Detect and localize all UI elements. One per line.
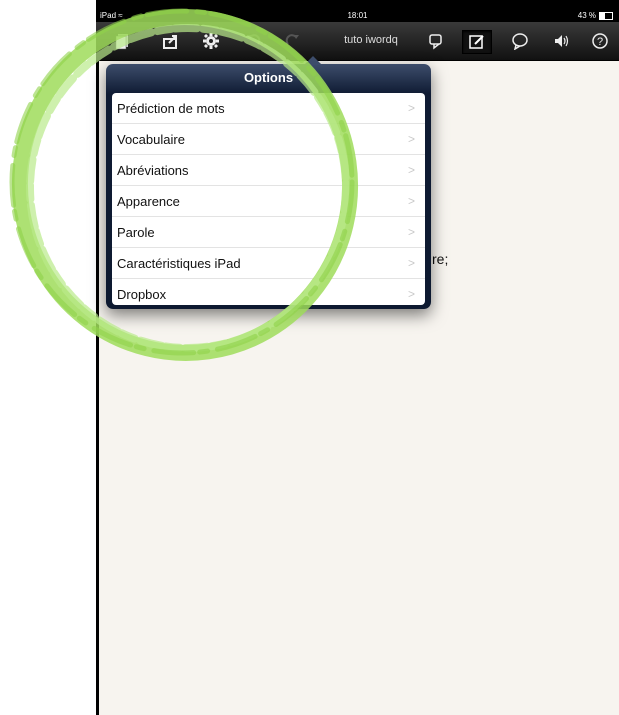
speech-bubble-icon[interactable]	[509, 30, 531, 52]
status-time: 18:01	[347, 11, 368, 20]
chevron-right-icon: >	[407, 287, 415, 301]
popover-arrow	[304, 56, 322, 65]
option-vocabulary[interactable]: Vocabulaire >	[112, 124, 425, 155]
options-popover: Options Prédiction de mots > Vocabulaire >…	[106, 56, 431, 309]
documents-icon[interactable]	[112, 30, 134, 52]
share-icon[interactable]	[160, 30, 182, 52]
help-icon[interactable]: ?	[589, 30, 611, 52]
option-label: Vocabulaire	[117, 131, 185, 147]
battery-icon	[599, 12, 613, 20]
option-label: Parole	[117, 224, 155, 240]
option-label: Caractéristiques iPad	[117, 255, 241, 271]
speaker-icon[interactable]	[551, 30, 573, 52]
chevron-right-icon: >	[407, 132, 415, 146]
chevron-right-icon: >	[407, 101, 415, 115]
option-ipad-features[interactable]: Caractéristiques iPad >	[112, 248, 425, 279]
undo-icon[interactable]	[242, 30, 264, 52]
status-battery: 43 %	[578, 9, 613, 23]
status-bar: iPad ≈ 18:01 43 %	[96, 9, 619, 23]
document-text: re;	[432, 251, 449, 267]
option-dropbox[interactable]: Dropbox >	[112, 279, 425, 305]
redo-icon[interactable]	[282, 30, 304, 52]
svg-text:?: ?	[597, 36, 603, 48]
prediction-panel-icon[interactable]	[426, 30, 448, 52]
popover-title: Options	[243, 70, 294, 85]
option-label: Abréviations	[117, 162, 189, 178]
toolbar: tuto iwordq ?	[96, 22, 619, 61]
option-abbreviations[interactable]: Abréviations >	[112, 155, 425, 186]
chevron-right-icon: >	[407, 163, 415, 177]
option-label: Prédiction de mots	[117, 100, 225, 116]
option-label: Dropbox	[117, 286, 167, 302]
option-appearance[interactable]: Apparence >	[112, 186, 425, 217]
chevron-right-icon: >	[407, 256, 415, 270]
chevron-right-icon: >	[407, 225, 415, 239]
edit-icon[interactable]	[462, 30, 492, 54]
options-list: Prédiction de mots > Vocabulaire > Abrévia…	[112, 93, 425, 305]
chevron-right-icon: >	[407, 194, 415, 208]
gear-icon[interactable]	[200, 30, 222, 52]
document-title: tuto iwordq	[344, 34, 398, 46]
option-label: Apparence	[117, 193, 180, 209]
option-speech[interactable]: Parole >	[112, 217, 425, 248]
option-word-prediction[interactable]: Prédiction de mots >	[112, 93, 425, 124]
